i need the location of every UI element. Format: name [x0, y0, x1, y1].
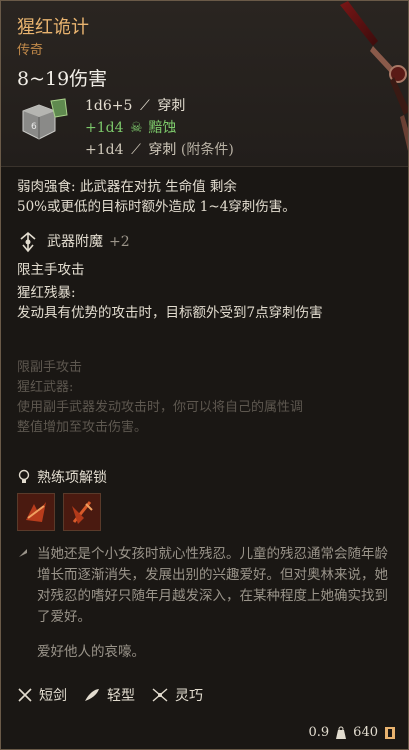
- weapon-ability: 猩红残暴: 发动具有优势的攻击时，目标额外受到7点穿刺伤害: [17, 283, 392, 323]
- proficiency-action-icon[interactable]: [17, 493, 55, 531]
- damage-dice: 1d6+5: [85, 98, 133, 114]
- damage-dice: +1d4: [85, 120, 124, 136]
- tooltip-header: 猩红诡计 传奇 8~19伤害 6 1d6+5 ⟋ 穿刺 +1d4 ☠ 黯蚀 +1…: [1, 1, 408, 167]
- weapon-enchantment: 武器附魔 +2: [17, 231, 392, 253]
- lightbulb-icon: [18, 469, 30, 483]
- damage-type: 穿刺: [148, 142, 177, 158]
- weapon-properties: 短剑 轻型 灵巧: [17, 685, 219, 705]
- damage-line-2: +1d4 ☠ 黯蚀: [85, 117, 176, 137]
- proficiency-header: 熟练项解锁: [17, 467, 107, 487]
- item-name: 猩红诡计: [17, 17, 89, 38]
- offhand-ability-name: 猩红武器:: [17, 380, 74, 395]
- lore-text: 当她还是个小女孩时就心性残忍。儿童的残忍通常会随年龄增长而逐渐消失，发展出别的兴…: [37, 546, 388, 625]
- feather-icon: [85, 689, 99, 701]
- property-finesse: 灵巧: [151, 685, 203, 705]
- property-short-sword: 短剑: [17, 685, 67, 705]
- piercing-icon: ⟋: [139, 98, 150, 114]
- damage-range: 8~19伤害: [17, 68, 108, 90]
- enchantment-label: 武器附魔: [47, 234, 103, 250]
- offhand-ability: 限副手攻击 猩红武器: 使用副手武器发动攻击时，你可以将自己的属性调 整值增加至…: [17, 358, 392, 438]
- damage-line-1: 1d6+5 ⟋ 穿刺: [85, 95, 185, 115]
- crossed-swords-icon: [18, 688, 32, 702]
- gold-value: 640: [353, 725, 378, 740]
- description-line: 50%或更低的目标时额外造成 1~4穿刺伤害。: [17, 199, 296, 215]
- proficiency-action-icon[interactable]: [63, 493, 101, 531]
- damage-type: 穿刺: [157, 98, 186, 114]
- damage-condition: (附条件): [180, 142, 234, 158]
- item-lore: 当她还是个小女孩时就心性残忍。儿童的残忍通常会随年龄增长而逐渐消失，发展出别的兴…: [37, 544, 392, 663]
- offhand-restriction: 限副手攻击: [17, 360, 83, 375]
- weight-icon: [336, 726, 347, 739]
- offhand-ability-text: 整值增加至攻击伤害。: [17, 420, 148, 435]
- dagger-illustration-icon: [340, 1, 408, 151]
- weight-value: 0.9: [308, 725, 330, 740]
- offhand-ability-text: 使用副手武器发动攻击时，你可以将自己的属性调: [17, 400, 304, 415]
- description-line: 弱肉强食: 此武器在对抗 生命值 剩余: [17, 179, 237, 195]
- property-light: 轻型: [83, 685, 135, 705]
- item-rarity: 传奇: [17, 43, 44, 58]
- item-description: 弱肉强食: 此武器在对抗 生命值 剩余 50%或更低的目标时额外造成 1~4穿刺…: [17, 177, 392, 217]
- enchantment-value: +2: [109, 234, 130, 250]
- property-label: 短剑: [39, 688, 67, 704]
- dice-icon: 6: [22, 98, 68, 140]
- property-label: 轻型: [107, 688, 135, 704]
- gold-coin-icon: [385, 726, 395, 739]
- proficiency-label: 熟练项解锁: [37, 470, 107, 486]
- lore-quote: 爱好他人的哀嚎。: [37, 644, 145, 660]
- item-tooltip: 猩红诡计 传奇 8~19伤害 6 1d6+5 ⟋ 穿刺 +1d4 ☠ 黯蚀 +1…: [0, 0, 409, 750]
- svg-text:6: 6: [31, 122, 37, 132]
- lore-quill-icon: [19, 549, 27, 557]
- piercing-icon: ⟋: [131, 142, 141, 158]
- ability-name: 猩红残暴:: [17, 285, 76, 301]
- property-label: 灵巧: [175, 688, 203, 704]
- enchantment-icon: [20, 231, 36, 253]
- mainhand-restriction: 限主手攻击: [17, 262, 85, 278]
- necrotic-icon: ☠: [129, 120, 143, 136]
- ability-text: 发动具有优势的攻击时，目标额外受到7点穿刺伤害: [17, 305, 323, 321]
- damage-line-3: +1d4 ⟋ 穿刺 (附条件): [85, 139, 234, 159]
- finesse-icon: [152, 688, 168, 702]
- damage-dice: +1d4: [85, 142, 124, 158]
- damage-type: 黯蚀: [148, 120, 177, 136]
- item-footer: 0.9 640: [302, 725, 396, 740]
